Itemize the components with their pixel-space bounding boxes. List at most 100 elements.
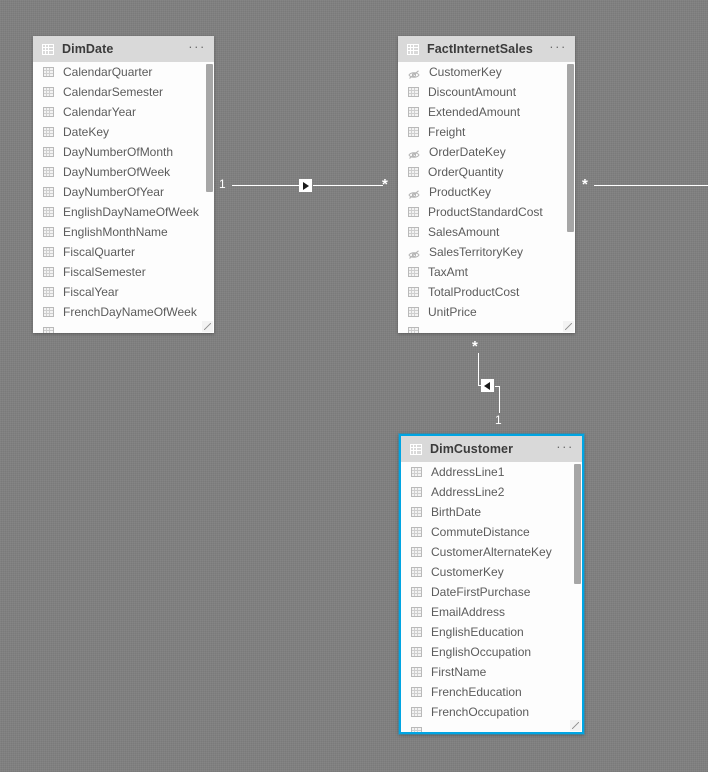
table-field-row[interactable]: EmailAddress bbox=[401, 602, 582, 622]
column-icon bbox=[43, 67, 54, 77]
table-field-row[interactable]: CustomerAlternateKey bbox=[401, 542, 582, 562]
table-field-label: EnglishDayNameOfWeek bbox=[63, 205, 199, 219]
table-field-row[interactable]: CustomerKey bbox=[401, 562, 582, 582]
table-field-row[interactable]: OrderQuantity bbox=[398, 162, 575, 182]
table-field-label: CustomerKey bbox=[429, 65, 502, 79]
table-field-row[interactable]: DateKey bbox=[33, 122, 214, 142]
table-field-label: OrderQuantity bbox=[428, 165, 504, 179]
table-field-row[interactable]: FirstName bbox=[401, 662, 582, 682]
table-resize-handle[interactable] bbox=[202, 321, 213, 332]
table-field-row[interactable]: TaxAmt bbox=[398, 262, 575, 282]
table-field-row[interactable]: FiscalYear bbox=[33, 282, 214, 302]
table-field-label: SalesAmount bbox=[428, 225, 500, 239]
column-icon bbox=[43, 327, 54, 333]
table-field-label: BirthDate bbox=[431, 505, 482, 519]
hidden-eye-icon bbox=[408, 67, 420, 79]
table-field-row[interactable]: AddressLine2 bbox=[401, 482, 582, 502]
table-field-row[interactable]: ProductStandardCost bbox=[398, 202, 575, 222]
table-field-label: CalendarQuarter bbox=[63, 65, 153, 79]
column-icon bbox=[411, 627, 422, 637]
table-more-options-icon[interactable]: ··· bbox=[188, 40, 206, 55]
table-field-row[interactable]: FrenchDayNameOfWeek bbox=[33, 302, 214, 322]
table-field-row[interactable]: ProductKey bbox=[398, 182, 575, 202]
table-field-row[interactable]: AddressLine1 bbox=[401, 462, 582, 482]
table-card-dimdate[interactable]: DimDate ··· CalendarQuarter CalendarSemes… bbox=[33, 36, 214, 333]
table-field-row[interactable]: CalendarSemester bbox=[33, 82, 214, 102]
column-icon bbox=[408, 287, 419, 297]
table-more-options-icon[interactable]: ··· bbox=[556, 440, 574, 455]
table-header-dimdate[interactable]: DimDate ··· bbox=[33, 36, 214, 62]
table-field-label: ProductStandardCost bbox=[428, 205, 543, 219]
relationship-line bbox=[232, 185, 300, 186]
table-field-label: ExtendedAmount bbox=[428, 105, 521, 119]
table-field-label: FiscalSemester bbox=[63, 265, 146, 279]
table-field-row-clipped[interactable] bbox=[401, 722, 582, 732]
cross-filter-arrow-icon[interactable] bbox=[299, 179, 312, 192]
table-field-label: CommuteDistance bbox=[431, 525, 530, 539]
table-field-label: DayNumberOfYear bbox=[63, 185, 164, 199]
table-card-factinternetsales[interactable]: FactInternetSales ··· CustomerKey Discoun… bbox=[398, 36, 575, 333]
table-header-dimcustomer[interactable]: DimCustomer ··· bbox=[401, 436, 582, 462]
table-field-row[interactable]: EnglishOccupation bbox=[401, 642, 582, 662]
table-field-row[interactable]: TotalProductCost bbox=[398, 282, 575, 302]
table-field-label: EmailAddress bbox=[431, 605, 506, 619]
table-field-row[interactable]: DateFirstPurchase bbox=[401, 582, 582, 602]
table-field-row[interactable]: DayNumberOfMonth bbox=[33, 142, 214, 162]
table-field-row-clipped[interactable] bbox=[398, 322, 575, 333]
table-field-row[interactable]: UnitPrice bbox=[398, 302, 575, 322]
column-icon bbox=[408, 307, 419, 317]
table-title: FactInternetSales bbox=[427, 42, 533, 56]
table-field-row[interactable]: Freight bbox=[398, 122, 575, 142]
hidden-eye-icon bbox=[408, 187, 420, 199]
table-card-dimcustomer[interactable]: DimCustomer ··· AddressLine1 AddressLine2… bbox=[399, 434, 584, 734]
table-scrollbar[interactable] bbox=[566, 62, 575, 333]
table-field-label: UnitPrice bbox=[428, 305, 477, 319]
table-field-row[interactable]: EnglishEducation bbox=[401, 622, 582, 642]
table-field-list-dimdate[interactable]: CalendarQuarter CalendarSemester CalendarY… bbox=[33, 62, 214, 333]
table-field-row[interactable]: FiscalQuarter bbox=[33, 242, 214, 262]
column-icon bbox=[43, 227, 54, 237]
table-field-row[interactable]: FiscalSemester bbox=[33, 262, 214, 282]
table-field-label: CalendarYear bbox=[63, 105, 136, 119]
cross-filter-arrow-icon[interactable] bbox=[481, 379, 494, 392]
table-field-row[interactable]: SalesAmount bbox=[398, 222, 575, 242]
table-field-row[interactable]: BirthDate bbox=[401, 502, 582, 522]
scrollbar-thumb[interactable] bbox=[206, 64, 213, 192]
table-resize-handle[interactable] bbox=[570, 720, 581, 731]
column-icon bbox=[411, 667, 422, 677]
table-field-row[interactable]: DayNumberOfYear bbox=[33, 182, 214, 202]
column-icon bbox=[408, 167, 419, 177]
table-field-row[interactable]: CalendarQuarter bbox=[33, 62, 214, 82]
scrollbar-thumb[interactable] bbox=[574, 464, 581, 584]
model-view-canvas[interactable]: 1 * * 1 * DimDate ··· CalendarQuarter Cal… bbox=[0, 0, 708, 772]
table-field-list-dimcustomer[interactable]: AddressLine1 AddressLine2 BirthDate Commute… bbox=[401, 462, 582, 732]
table-field-row[interactable]: FrenchEducation bbox=[401, 682, 582, 702]
table-field-row[interactable]: OrderDateKey bbox=[398, 142, 575, 162]
table-more-options-icon[interactable]: ··· bbox=[549, 40, 567, 55]
table-scrollbar[interactable] bbox=[205, 62, 214, 333]
table-field-row[interactable]: EnglishDayNameOfWeek bbox=[33, 202, 214, 222]
column-icon bbox=[43, 127, 54, 137]
column-icon bbox=[408, 327, 419, 333]
table-field-label: DateFirstPurchase bbox=[431, 585, 531, 599]
table-field-row[interactable]: CommuteDistance bbox=[401, 522, 582, 542]
cardinality-one-label: 1 bbox=[219, 177, 226, 191]
table-field-row[interactable]: CustomerKey bbox=[398, 62, 575, 82]
table-field-row[interactable]: SalesTerritoryKey bbox=[398, 242, 575, 262]
scrollbar-thumb[interactable] bbox=[567, 64, 574, 232]
table-icon bbox=[42, 43, 54, 55]
table-field-row[interactable]: DiscountAmount bbox=[398, 82, 575, 102]
column-icon bbox=[411, 567, 422, 577]
table-field-row-clipped[interactable] bbox=[33, 322, 214, 333]
column-icon bbox=[43, 87, 54, 97]
table-field-row[interactable]: ExtendedAmount bbox=[398, 102, 575, 122]
cardinality-many-label: * bbox=[382, 176, 388, 193]
table-field-row[interactable]: EnglishMonthName bbox=[33, 222, 214, 242]
table-scrollbar[interactable] bbox=[573, 462, 582, 732]
table-resize-handle[interactable] bbox=[563, 321, 574, 332]
table-field-list-factinternetsales[interactable]: CustomerKey DiscountAmount ExtendedAmount F… bbox=[398, 62, 575, 333]
table-field-row[interactable]: DayNumberOfWeek bbox=[33, 162, 214, 182]
table-field-row[interactable]: CalendarYear bbox=[33, 102, 214, 122]
table-header-factinternetsales[interactable]: FactInternetSales ··· bbox=[398, 36, 575, 62]
table-field-row[interactable]: FrenchOccupation bbox=[401, 702, 582, 722]
